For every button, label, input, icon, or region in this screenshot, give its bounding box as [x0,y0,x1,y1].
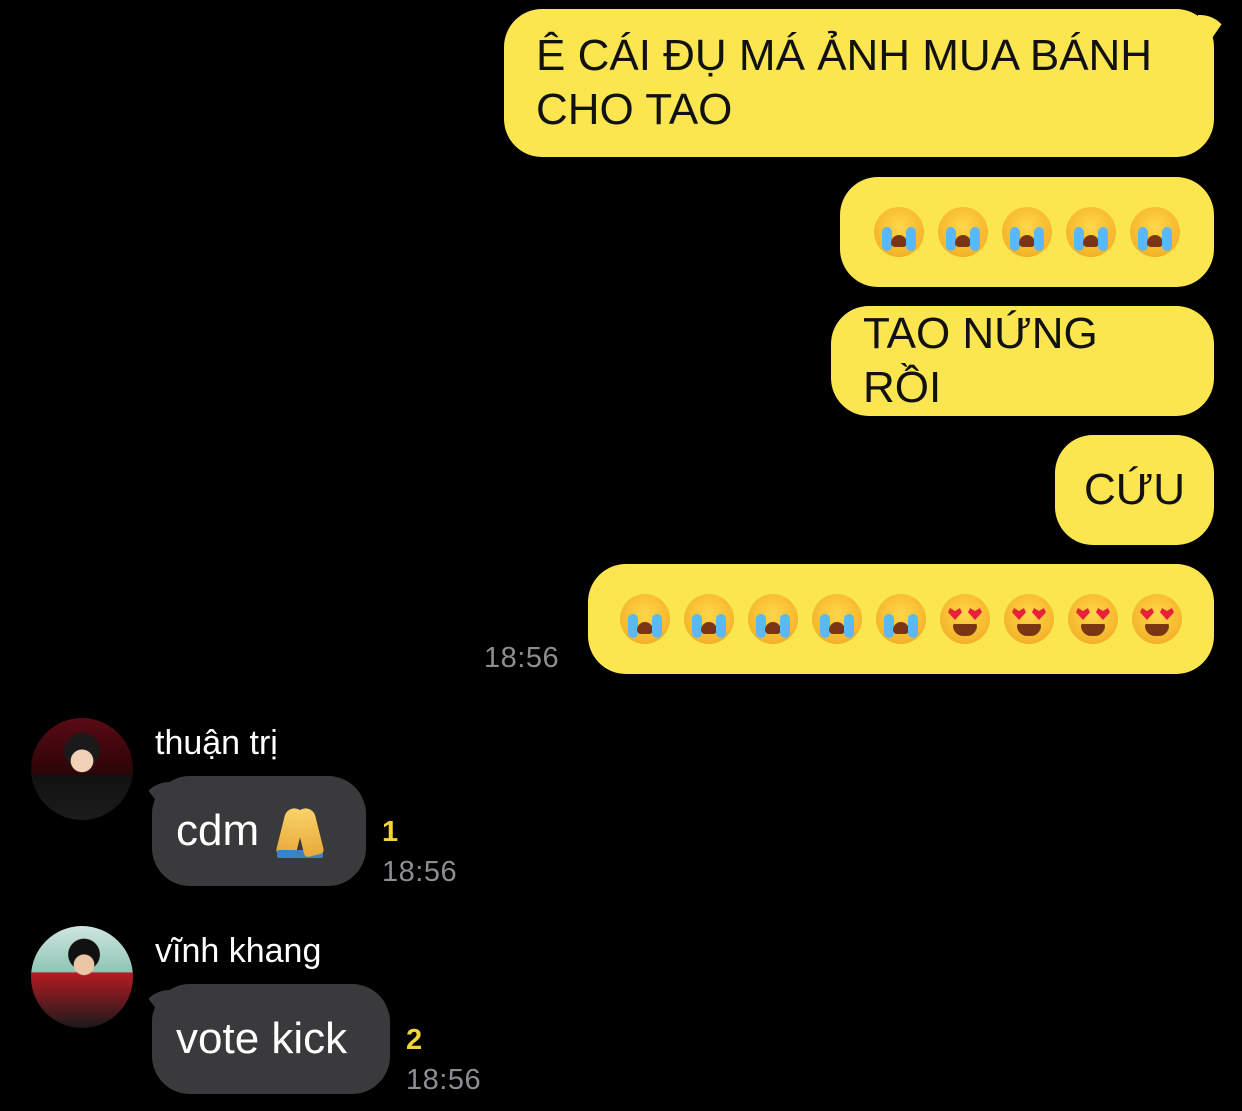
outgoing-message-bubble[interactable]: CỨU [1055,435,1214,545]
heart-eyes-face-icon [940,594,990,644]
sender-name: vĩnh khang [155,932,322,970]
sender-name: thuận trị [155,724,278,762]
folded-hands-icon [273,804,327,858]
message-text: CỨU [1083,465,1186,514]
message-text: vote kick [176,1014,348,1063]
emoji-row [620,594,1182,644]
loudly-crying-face-icon [1002,207,1052,257]
outgoing-message-bubble[interactable]: Ê CÁI ĐỤ MÁ ẢNH MUA BÁNH CHO TAO [504,9,1214,157]
unread-count: 1 [382,816,399,848]
outgoing-emoji-message-bubble[interactable] [840,177,1214,287]
sender-avatar[interactable] [31,718,133,820]
loudly-crying-face-icon [684,594,734,644]
heart-eyes-face-icon [1132,594,1182,644]
loudly-crying-face-icon [620,594,670,644]
loudly-crying-face-icon [1130,207,1180,257]
incoming-message-bubble[interactable]: cdm [152,776,366,886]
loudly-crying-face-icon [748,594,798,644]
message-timestamp: 18:56 [382,856,458,888]
loudly-crying-face-icon [1066,207,1116,257]
heart-eyes-face-icon [1068,594,1118,644]
message-timestamp: 18:56 [406,1064,482,1096]
incoming-message-bubble[interactable]: vote kick [152,984,390,1094]
outgoing-message-bubble[interactable]: TAO NỨNG RỒI [831,306,1214,416]
loudly-crying-face-icon [938,207,988,257]
message-text: Ê CÁI ĐỤ MÁ ẢNH MUA BÁNH CHO TAO [536,31,1153,134]
loudly-crying-face-icon [812,594,862,644]
emoji-row [874,207,1180,257]
message-text: cdm [176,806,260,855]
loudly-crying-face-icon [876,594,926,644]
heart-eyes-face-icon [1004,594,1054,644]
unread-count: 2 [406,1024,423,1056]
loudly-crying-face-icon [874,207,924,257]
message-timestamp: 18:56 [484,642,560,674]
sender-avatar[interactable] [31,926,133,1028]
message-text: TAO NỨNG RỒI [863,309,1098,412]
outgoing-emoji-message-bubble[interactable] [588,564,1214,674]
